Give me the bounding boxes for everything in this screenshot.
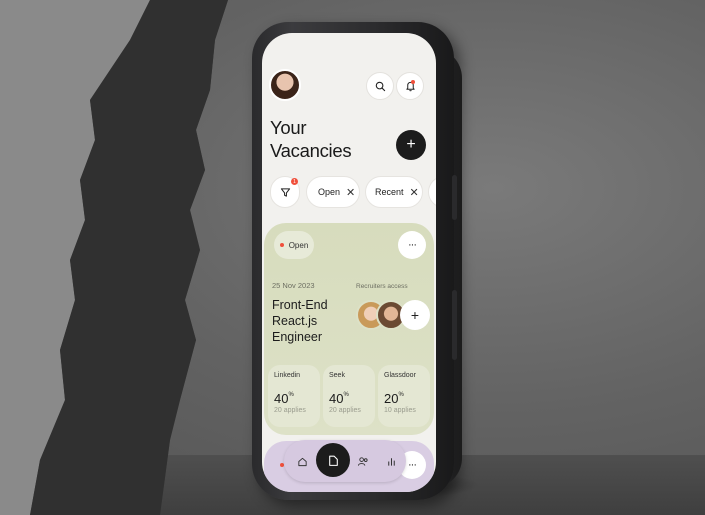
home-icon <box>297 457 307 466</box>
stat-percent: 40% <box>274 391 294 406</box>
add-recruiter-button[interactable]: + <box>400 300 430 330</box>
job-title: Front-End React.js Engineer <box>272 297 328 345</box>
stat-source: Seek <box>329 372 345 379</box>
stat-card-glassdoor: Glassdoor 20% 10 applies <box>378 365 430 427</box>
stat-card-seek: Seek 40% 20 applies <box>323 365 375 427</box>
job-title-line: Front-End <box>272 298 328 312</box>
chip-open-label: Open <box>318 187 341 197</box>
recruiters-label: Recruiters access <box>356 283 408 290</box>
stat-applies: 20 applies <box>329 407 361 414</box>
user-avatar[interactable] <box>269 69 301 101</box>
stat-percent: 20% <box>384 391 404 406</box>
job-title-line: React.js <box>272 314 318 328</box>
page-title-line2: Vacancies <box>270 140 352 161</box>
filter-icon <box>280 187 290 197</box>
stat-source: Glassdoor <box>384 372 416 379</box>
page-title: Your Vacancies <box>270 116 352 162</box>
filter-chips: 1 Open ✕ Recent ✕ En <box>270 176 436 210</box>
nav-home[interactable] <box>292 451 312 471</box>
chip-more[interactable]: En <box>428 176 436 208</box>
notifications-button[interactable] <box>396 72 424 100</box>
phone-side-button <box>452 290 457 360</box>
phone-side-button <box>452 175 457 220</box>
chip-recent[interactable]: Recent ✕ <box>365 176 423 208</box>
status-label: Open <box>288 240 309 250</box>
stat-percent: 40% <box>329 391 349 406</box>
job-title-line: Engineer <box>272 330 323 344</box>
stats-icon <box>387 457 395 466</box>
stat-source: Linkedin <box>274 372 301 379</box>
search-button[interactable] <box>366 72 394 100</box>
filter-button[interactable]: 1 <box>270 176 300 208</box>
vacancy-date: 25 Nov 2023 <box>272 281 315 290</box>
stat-applies: 20 applies <box>274 407 306 414</box>
nav-users[interactable] <box>353 451 373 471</box>
notification-dot <box>411 80 415 84</box>
filter-count-badge: 1 <box>291 178 298 185</box>
stat-card-linkedin: Linkedin 40% 20 applies <box>268 365 320 427</box>
status-badge: Open <box>274 231 314 259</box>
bottom-nav <box>284 440 406 482</box>
chip-recent-label: Recent <box>375 187 404 197</box>
phone-screen: Your Vacancies + 1 Open ✕ Recent ✕ En Op… <box>262 33 436 492</box>
users-icon <box>357 456 368 466</box>
stat-applies: 10 applies <box>384 407 416 414</box>
status-dot <box>279 243 284 247</box>
chip-open[interactable]: Open ✕ <box>306 176 360 208</box>
more-options-button[interactable]: ··· <box>398 231 426 259</box>
nav-folder[interactable] <box>316 443 350 477</box>
close-icon[interactable]: ✕ <box>410 186 419 199</box>
search-icon <box>375 81 385 91</box>
page-title-line1: Your <box>270 117 307 138</box>
folder-icon <box>328 455 338 466</box>
add-vacancy-button[interactable]: + <box>396 130 426 160</box>
nav-stats[interactable] <box>381 451 401 471</box>
vacancy-card[interactable]: Open ··· 25 Nov 2023 Front-End React.js … <box>264 223 434 435</box>
close-icon[interactable]: ✕ <box>346 186 355 199</box>
